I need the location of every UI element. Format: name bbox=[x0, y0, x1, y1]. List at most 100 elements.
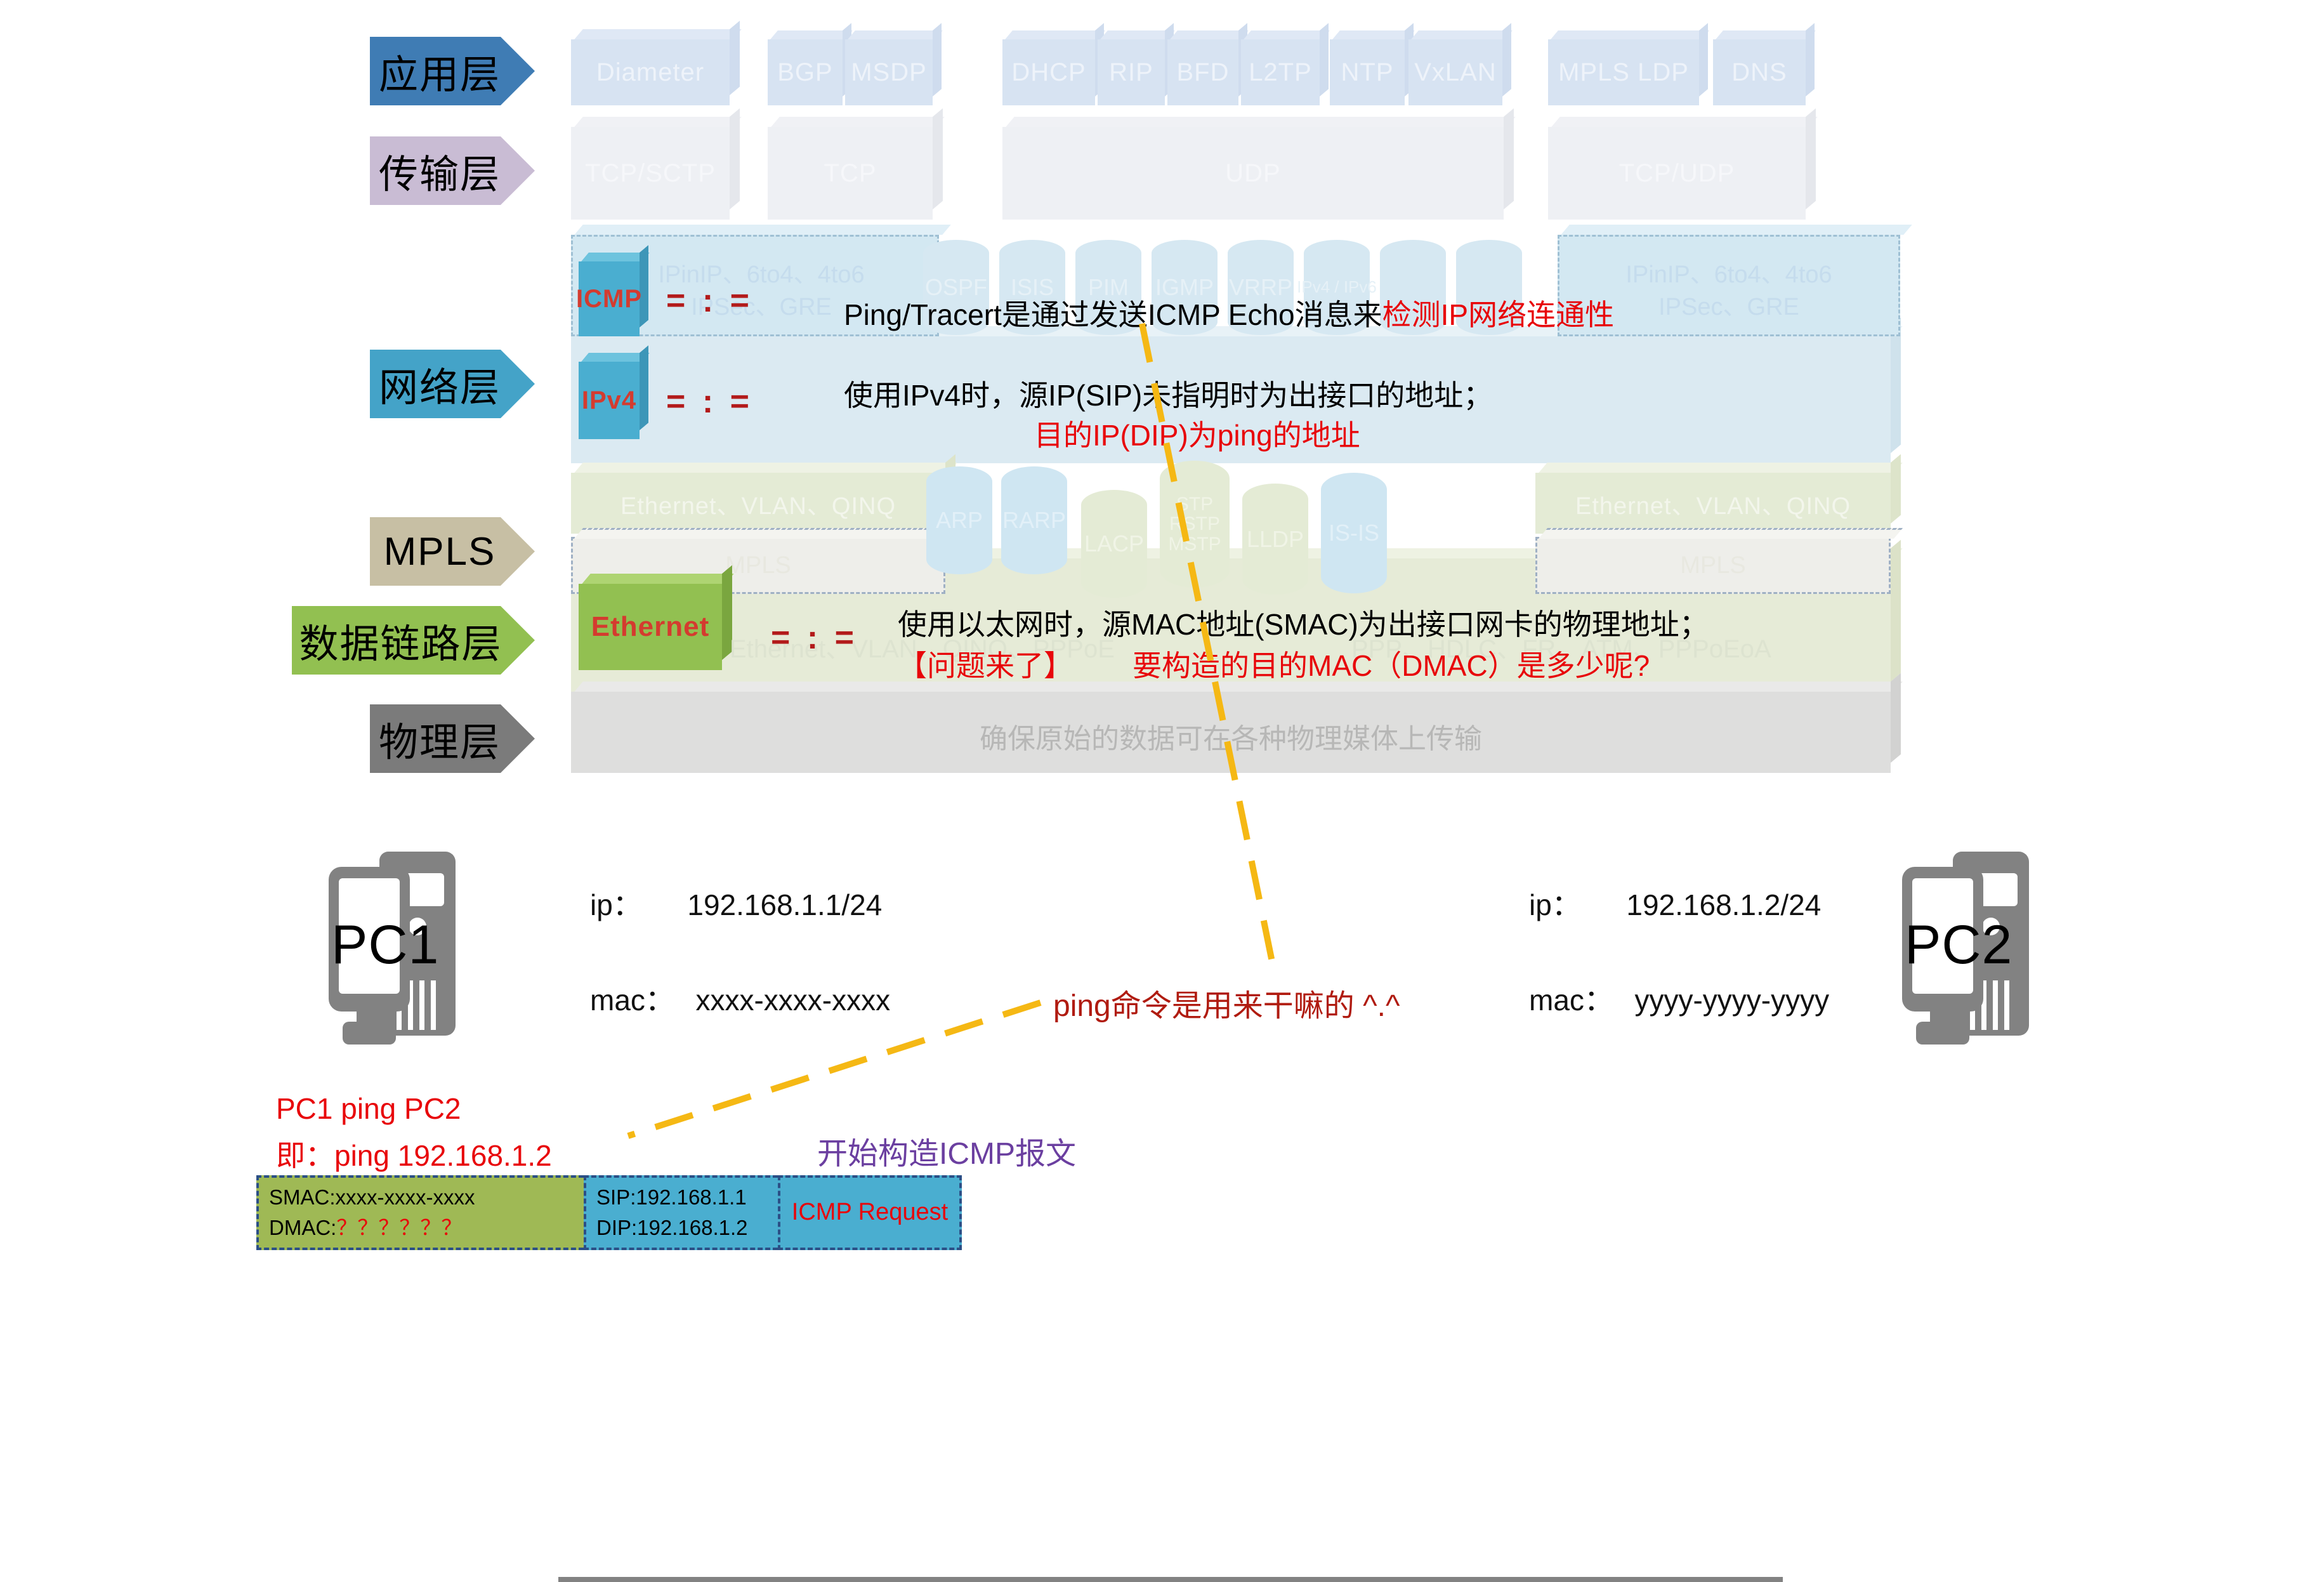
icmp-block: ICMP bbox=[576, 245, 650, 336]
packet-dmac-value: ？？？？？？ bbox=[336, 1216, 463, 1239]
packet-dmac-label: DMAC: bbox=[269, 1216, 337, 1239]
construct-icmp-note: 开始构造ICMP报文 bbox=[817, 1137, 1077, 1171]
protocol-box-vxlan: VxLAN bbox=[1408, 23, 1513, 105]
pc2-mac-label: mac： bbox=[1529, 984, 1613, 1017]
pc1-mac-value: xxxx-xxxx-xxxx bbox=[695, 984, 891, 1017]
protocol-label-dns: DNS bbox=[1713, 39, 1806, 105]
ethernet-equals-mark: = : = bbox=[771, 619, 858, 656]
protocol-box-tcp-udp: TCP/UDP bbox=[1548, 108, 1818, 220]
pc2-icon: PC2 bbox=[1897, 838, 2144, 1057]
protocol-label-ntp: NTP bbox=[1330, 39, 1405, 105]
protocol-box-bfd: BFD bbox=[1167, 23, 1249, 105]
protocol-label-bgp: BGP bbox=[768, 39, 843, 105]
pc2-mac-row: mac： yyyy-yyyy-yyyy bbox=[1529, 977, 1829, 1019]
layer-label-physical-text: 物理层 bbox=[378, 721, 501, 765]
packet-smac-label: SMAC: bbox=[269, 1185, 336, 1210]
datalink-note-red-2: 要构造的目的MAC（DMAC）是多少呢? bbox=[1132, 649, 1650, 682]
ethernet-vlan-qinq-box-left: Ethernet、VLAN、QINQ bbox=[571, 454, 957, 534]
ping-command-line1: PC1 ping PC2 bbox=[276, 1092, 461, 1125]
protocol-label-udp: UDP bbox=[1002, 127, 1504, 220]
layer-label-application[interactable]: 应用层 bbox=[370, 37, 535, 105]
protocol-box-msdp: MSDP bbox=[845, 23, 943, 105]
pc1-name: PC1 bbox=[331, 914, 440, 975]
protocol-box-bgp: BGP bbox=[768, 23, 853, 105]
layer-label-mpls[interactable]: MPLS bbox=[370, 517, 535, 586]
protocol-label-tcp-udp: TCP/UDP bbox=[1548, 127, 1806, 220]
protocol-box-dns: DNS bbox=[1713, 23, 1816, 105]
pc1-ip-label: ip： bbox=[590, 888, 642, 921]
network-band-side bbox=[1891, 317, 1901, 453]
layer-label-network-text: 网络层 bbox=[378, 366, 501, 410]
protocol-cylinder-arp: ARP bbox=[926, 466, 992, 574]
pc2-ip-label: ip： bbox=[1529, 888, 1581, 921]
protocol-label-diameter: Diameter bbox=[571, 39, 730, 105]
network-note-1-red: 检测IP网络连通性 bbox=[1382, 298, 1615, 331]
network-note-1-black: Ping/Tracert是通过发送ICMP Echo消息来 bbox=[844, 298, 1382, 331]
protocol-label-l2tp: L2TP bbox=[1241, 39, 1320, 105]
ping-command-line2: 即：ping 192.168.1.2 bbox=[276, 1139, 552, 1172]
protocol-cylinder-rarp: RARP bbox=[1001, 466, 1067, 574]
protocol-stack-diagram: Diameter BGP MSDP DHCP RIP BFD L2TP NTP … bbox=[0, 0, 2324, 800]
pc1-mac-label: mac： bbox=[590, 984, 674, 1017]
pc1-icon: PC1 bbox=[324, 838, 571, 1057]
layer-label-transport[interactable]: 传输层 bbox=[370, 136, 535, 205]
pc2-ip-value: 192.168.1.2/24 bbox=[1626, 888, 1822, 921]
tunnel-box-left-top bbox=[574, 225, 951, 235]
network-link-line bbox=[558, 1577, 1783, 1582]
layer-label-datalink[interactable]: 数据链路层 bbox=[292, 606, 535, 675]
protocol-label-tcp: TCP bbox=[768, 127, 933, 220]
mpls-label-right: MPLS bbox=[1680, 552, 1746, 579]
protocol-box-l2tp: L2TP bbox=[1241, 23, 1330, 105]
protocol-box-mpls-ldp: MPLS LDP bbox=[1548, 23, 1709, 105]
protocol-cylinder-stp-rstp-mstp: STP RSTP MSTP bbox=[1160, 461, 1230, 588]
ethernet-vlan-qinq-label-left: Ethernet、VLAN、QINQ bbox=[571, 473, 945, 534]
datalink-band-side bbox=[1891, 539, 1901, 682]
pc1-mac-row: mac： xxxx-xxxx-xxxx bbox=[590, 977, 890, 1019]
protocol-cylinder-is-is: IS-IS bbox=[1321, 473, 1387, 593]
protocol-label-mpls-ldp: MPLS LDP bbox=[1548, 39, 1699, 105]
layer-label-datalink-text: 数据链路层 bbox=[299, 623, 502, 666]
protocol-label-tcp-sctp: TCP/SCTP bbox=[571, 127, 730, 220]
ethernet-block: Ethernet bbox=[579, 565, 734, 670]
ethernet-label: Ethernet bbox=[579, 584, 722, 670]
icmp-equals-mark: = : = bbox=[666, 282, 753, 319]
packet-icmp-payload: ICMP Request bbox=[778, 1175, 962, 1250]
packet-ethernet-header: SMAC:xxxx-xxxx-xxxx DMAC:？？？？？？ bbox=[256, 1175, 584, 1250]
packet-dmac-row: DMAC:？？？？？？ bbox=[269, 1213, 584, 1243]
protocol-box-rip: RIP bbox=[1098, 23, 1175, 105]
pc1-ip-row: ip： 192.168.1.1/24 bbox=[590, 882, 882, 924]
protocol-box-udp: UDP bbox=[1002, 108, 1516, 220]
ping-question-text: ping命令是用来干嘛的 ^.^ bbox=[1053, 989, 1400, 1023]
layer-label-physical[interactable]: 物理层 bbox=[370, 704, 535, 773]
protocol-box-ntp: NTP bbox=[1330, 23, 1415, 105]
protocol-label-bfd: BFD bbox=[1167, 39, 1238, 105]
physical-band-side bbox=[1891, 673, 1901, 763]
packet-sip: SIP:192.168.1.1 bbox=[596, 1185, 747, 1210]
protocol-box-dhcp: DHCP bbox=[1002, 23, 1105, 105]
application-layer-band: Diameter BGP MSDP DHCP RIP BFD L2TP NTP … bbox=[571, 20, 1891, 117]
tunnel-box-right-top bbox=[1561, 225, 1912, 235]
pc2-ip-row: ip： 192.168.1.2/24 bbox=[1529, 882, 1821, 924]
packet-smac-row: SMAC:xxxx-xxxx-xxxx bbox=[269, 1182, 584, 1213]
protocol-label-dhcp: DHCP bbox=[1002, 39, 1095, 105]
packet-construction-section: PC1 ping PC2 即：ping 192.168.1.2 开始构造ICMP… bbox=[0, 1079, 2324, 1333]
ethernet-vlan-qinq-label-right: Ethernet、VLAN、QINQ bbox=[1535, 473, 1891, 534]
pc2-name: PC2 bbox=[1905, 914, 2013, 975]
icmp-label: ICMP bbox=[576, 261, 641, 336]
layer-label-network[interactable]: 网络层 bbox=[370, 350, 535, 418]
protocol-label-rip: RIP bbox=[1098, 39, 1165, 105]
protocol-label-msdp: MSDP bbox=[845, 39, 933, 105]
mpls-dashed-box-right-top bbox=[1538, 528, 1903, 539]
protocol-box-tcp-sctp: TCP/SCTP bbox=[571, 108, 742, 220]
datalink-note-line1: 使用以太网时，源MAC地址(SMAC)为出接口网卡的物理地址； bbox=[898, 608, 1709, 641]
packet-dip: DIP:192.168.1.2 bbox=[596, 1216, 748, 1239]
protocol-cylinder-lldp: LLDP bbox=[1242, 484, 1308, 595]
pc2-mac-value: yyyy-yyyy-yyyy bbox=[1634, 984, 1830, 1017]
physical-layer-note: 确保原始的数据可在各种物理媒体上传输 bbox=[980, 723, 1482, 755]
protocol-box-diameter: Diameter bbox=[571, 20, 742, 105]
layer-label-mpls-text: MPLS bbox=[383, 529, 496, 574]
network-note-2-line1: 使用IPv4时，源IP(SIP)未指明时为出接口的地址； bbox=[844, 379, 1493, 412]
layer-label-transport-text: 传输层 bbox=[378, 153, 501, 197]
transport-layer-band: TCP/SCTP TCP UDP TCP/UDP bbox=[571, 108, 1891, 228]
protocol-label-vxlan: VxLAN bbox=[1408, 39, 1502, 105]
